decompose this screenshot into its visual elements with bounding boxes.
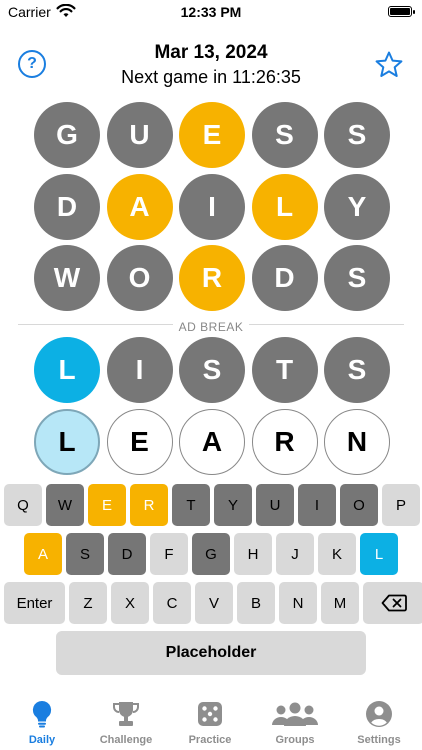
letter-tile: S [324, 337, 390, 403]
key-i[interactable]: I [298, 484, 336, 526]
key-a[interactable]: A [24, 533, 62, 575]
current-guess-row: L E A R N [34, 409, 390, 477]
key-o[interactable]: O [340, 484, 378, 526]
letter-tile: L [251, 174, 318, 240]
tab-challenge[interactable]: Challenge [84, 700, 168, 750]
key-g[interactable]: G [192, 533, 230, 575]
next-game-countdown: Next game in 11:26:35 [121, 67, 301, 87]
current-letter-tile[interactable]: A [179, 409, 245, 475]
key-z[interactable]: Z [69, 582, 107, 624]
trophy-icon [113, 702, 139, 726]
letter-tile: D [34, 174, 100, 240]
letter-tile: S [324, 102, 390, 168]
letter-tile: E [179, 102, 245, 168]
guess-row-4: L I S T S [34, 337, 390, 405]
letter-tile: G [34, 102, 100, 168]
key-k[interactable]: K [318, 533, 356, 575]
lightbulb-icon [32, 700, 52, 728]
tab-label: Challenge [99, 734, 153, 746]
letter-tile: R [179, 245, 245, 311]
guess-row-1: G U E S S [34, 102, 390, 170]
keyboard-row-3-letters: ZXCVBNM [69, 582, 359, 624]
key-e[interactable]: E [88, 484, 126, 526]
key-n[interactable]: N [279, 582, 317, 624]
letter-tile: L [34, 337, 100, 403]
keyboard-row-2: ASDFGHJKL [24, 533, 398, 575]
people-icon [272, 702, 318, 726]
battery-icon [388, 6, 415, 17]
tab-label: Practice [188, 734, 232, 746]
current-letter-tile[interactable]: L [34, 409, 100, 475]
status-bar: Carrier 12:33 PM [0, 0, 422, 24]
letter-tile: T [251, 337, 318, 403]
key-c[interactable]: C [153, 582, 191, 624]
key-u[interactable]: U [256, 484, 294, 526]
key-v[interactable]: V [195, 582, 233, 624]
key-y[interactable]: Y [214, 484, 252, 526]
key-b[interactable]: B [237, 582, 275, 624]
letter-tile: I [179, 174, 245, 240]
tab-label: Settings [357, 734, 401, 746]
person-circle-icon [366, 701, 392, 727]
current-letter-tile[interactable]: E [106, 409, 173, 475]
key-p[interactable]: P [382, 484, 420, 526]
tab-daily[interactable]: Daily [0, 700, 84, 750]
guess-row-2: D A I L Y [34, 174, 390, 242]
ad-break-label: AD BREAK [0, 318, 422, 336]
tab-label: Groups [275, 734, 315, 746]
key-m[interactable]: M [321, 582, 359, 624]
key-x[interactable]: X [111, 582, 149, 624]
delete-left-icon [381, 594, 407, 612]
keyboard-row-1: QWERTYUIOP [4, 484, 420, 526]
current-letter-tile[interactable]: R [251, 409, 318, 475]
key-t[interactable]: T [172, 484, 210, 526]
tab-label: Daily [28, 734, 56, 746]
key-w[interactable]: W [46, 484, 84, 526]
game-date: Mar 13, 2024 [154, 42, 268, 63]
placeholder-button[interactable]: Placeholder [56, 631, 366, 675]
guess-row-3: W O R D S [34, 245, 390, 313]
enter-key[interactable]: Enter [4, 582, 65, 624]
ad-break-text: AD BREAK [172, 320, 250, 334]
key-d[interactable]: D [108, 533, 146, 575]
key-q[interactable]: Q [4, 484, 42, 526]
keyboard-row-3: Enter ZXCVBNM [4, 582, 422, 624]
letter-tile: W [34, 245, 100, 311]
backspace-key[interactable] [363, 582, 422, 624]
dice-icon [198, 702, 222, 726]
tab-settings[interactable]: Settings [337, 700, 421, 750]
letter-tile: Y [324, 174, 390, 240]
current-letter-tile[interactable]: N [324, 409, 390, 475]
letter-tile: O [106, 245, 173, 311]
letter-tile: S [251, 102, 318, 168]
tab-groups[interactable]: Groups [253, 700, 337, 750]
key-s[interactable]: S [66, 533, 104, 575]
key-j[interactable]: J [276, 533, 314, 575]
key-h[interactable]: H [234, 533, 272, 575]
key-l[interactable]: L [360, 533, 398, 575]
letter-tile: D [251, 245, 318, 311]
key-f[interactable]: F [150, 533, 188, 575]
letter-tile: S [324, 245, 390, 311]
letter-tile: A [106, 174, 173, 240]
tab-practice[interactable]: Practice [168, 700, 252, 750]
letter-tile: S [179, 337, 245, 403]
status-time: 12:33 PM [180, 4, 242, 20]
star-icon[interactable] [374, 50, 404, 80]
letter-tile: I [106, 337, 173, 403]
letter-tile: U [106, 102, 173, 168]
key-r[interactable]: R [130, 484, 168, 526]
